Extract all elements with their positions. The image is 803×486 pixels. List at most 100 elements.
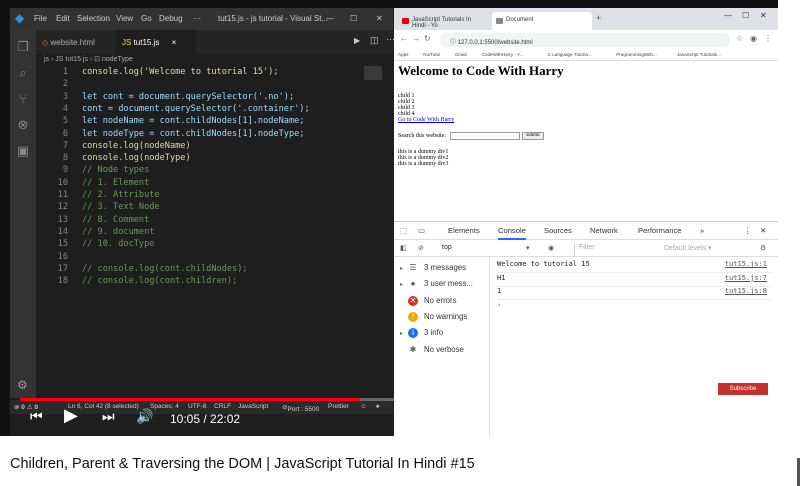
minimize-icon[interactable]: — — [326, 14, 334, 23]
console-filter-item[interactable]: ✱ No verbose — [400, 345, 464, 359]
eye-icon[interactable]: ◉ — [548, 244, 554, 252]
search-icon[interactable]: ⌕ — [14, 64, 32, 82]
page-link[interactable]: Go to Code With Harry — [398, 117, 454, 123]
bookmark-star-icon[interactable]: ☆ — [736, 34, 743, 43]
settings-icon[interactable]: ⚙ — [632, 408, 645, 425]
bookmark-item[interactable]: JavaScript Tutorials... — [677, 52, 721, 57]
debug-icon[interactable]: ⊗ — [14, 116, 32, 134]
console-message[interactable]: Welcome to tutorial 15 tut15.js:1 — [497, 260, 773, 273]
more-tabs-icon[interactable]: » — [700, 226, 704, 235]
next-icon[interactable]: ⏭ — [102, 408, 115, 425]
bookmark-item[interactable]: Apps — [398, 52, 408, 57]
menu-icon[interactable]: ⋮ — [764, 34, 772, 43]
tab-elements[interactable]: Elements — [448, 226, 480, 235]
line-number: 11 — [57, 190, 68, 200]
play-icon[interactable]: ▶ — [64, 405, 78, 426]
expand-arrow-icon[interactable]: ▸ — [400, 265, 408, 272]
browser-maximize-icon[interactable]: ☐ — [742, 11, 749, 20]
console-source-link[interactable]: tut15.js:1 — [725, 260, 767, 268]
info-icon[interactable]: ⓘ — [450, 40, 458, 46]
console-filter-item[interactable]: ✕ No errors — [400, 295, 457, 310]
bookmark-item[interactable]: ProgrammingWith... — [616, 52, 657, 57]
browser-minimize-icon[interactable]: — — [724, 11, 732, 20]
context-selector[interactable]: top — [442, 244, 452, 251]
console-source-link[interactable]: tut15.js:7 — [725, 274, 767, 282]
devtools-close-icon[interactable]: ✕ — [760, 226, 766, 235]
console-message[interactable]: 1 tut15.js:8 — [497, 287, 773, 300]
subscribe-button[interactable]: Subscribe — [718, 383, 768, 395]
search-input[interactable] — [450, 132, 520, 140]
breadcrumb[interactable]: js › JS tut15.js › ⊡ nodeType — [36, 54, 393, 66]
profile-icon[interactable]: ◉ — [750, 34, 757, 43]
split-editor-icon[interactable]: ◫ — [370, 35, 379, 46]
tab-tut15-js[interactable]: JS tut15.js × — [116, 30, 196, 54]
device-toggle-icon[interactable]: ▭ — [418, 226, 425, 235]
maximize-icon[interactable]: ☐ — [350, 14, 357, 23]
video-frame[interactable]: ◆ File Edit Selection View Go Debug ··· … — [10, 8, 778, 436]
context-dropdown-icon[interactable]: ▾ — [526, 244, 530, 252]
previous-icon[interactable]: ⏮ — [30, 408, 43, 425]
run-icon[interactable]: ▶ — [354, 36, 360, 45]
info-icon: i — [408, 328, 418, 339]
tab-close-icon[interactable]: × — [172, 38, 177, 47]
submit-button[interactable]: submit — [522, 132, 544, 140]
menu-file[interactable]: File — [34, 14, 47, 23]
tab-sources[interactable]: Sources — [544, 226, 572, 235]
close-icon[interactable]: ✕ — [376, 14, 383, 23]
levels-dropdown[interactable]: Default levels ▾ — [664, 244, 711, 252]
console-filter-item[interactable]: ▸ ● 3 user mess... — [400, 279, 473, 293]
clear-console-icon[interactable]: ⊘ — [418, 244, 424, 252]
devtools-menu-icon[interactable]: ⋮ — [744, 226, 752, 235]
console-message-text: 1 — [497, 287, 502, 295]
console-message[interactable]: H1 tut15.js:7 — [497, 274, 773, 287]
explorer-icon[interactable]: ❐ — [14, 38, 32, 56]
tab-website-html[interactable]: ◇ website.html — [36, 30, 116, 54]
bookmark-item[interactable]: C Language Tutoria... — [548, 52, 592, 57]
menu-debug[interactable]: Debug — [159, 14, 183, 23]
gear-icon[interactable]: ⚙ — [17, 378, 28, 392]
bookmark-item[interactable]: YouTube — [422, 52, 440, 57]
line-number: 2 — [62, 79, 68, 90]
address-bar[interactable]: ⓘ 127.0.0.1:5500/website.html — [440, 33, 730, 47]
miniplayer-icon[interactable]: ▭ — [668, 408, 681, 425]
tab-console[interactable]: Console — [498, 226, 526, 240]
back-icon[interactable]: ← — [400, 34, 408, 43]
reload-icon[interactable]: ↻ — [424, 34, 431, 43]
console-filter-label: 3 user mess... — [424, 279, 473, 289]
tab-performance[interactable]: Performance — [638, 226, 681, 235]
console-source-link[interactable]: tut15.js:8 — [725, 287, 767, 295]
browser-tab-document[interactable]: Document — [492, 12, 592, 30]
tab-network[interactable]: Network — [590, 226, 618, 235]
console-filter-item[interactable]: ▸ ☰ 3 messages — [400, 263, 466, 277]
progress-bar[interactable] — [20, 398, 765, 401]
menu-more[interactable]: ··· — [193, 14, 201, 23]
console-settings-icon[interactable]: ⚙ — [760, 244, 766, 252]
volume-icon[interactable]: 🔊 — [136, 408, 153, 425]
browser-tab-youtube[interactable]: JavaScript Tutorials In Hindi - Yo — [398, 12, 490, 30]
sidebar-toggle-icon[interactable]: ◧ — [400, 244, 407, 252]
console-filter-item[interactable]: ▸ i 3 info — [400, 328, 443, 342]
forward-icon[interactable]: → — [412, 34, 420, 43]
scrollbar[interactable] — [797, 458, 800, 486]
video-player[interactable]: ◆ File Edit Selection View Go Debug ··· … — [0, 0, 778, 436]
expand-arrow-icon[interactable]: ▸ — [400, 281, 408, 288]
fullscreen-icon[interactable]: ⛶ — [740, 408, 750, 425]
menu-go[interactable]: Go — [141, 14, 152, 23]
code-editor[interactable]: 1 console.log('Welcome to tutorial 15'); 2… — [36, 66, 393, 396]
bookmark-item[interactable]: CodeWithHarry - Y... — [482, 52, 524, 57]
console-prompt[interactable]: › — [497, 301, 501, 309]
expand-arrow-icon[interactable]: ▸ — [400, 330, 408, 337]
minimap[interactable] — [364, 66, 382, 80]
browser-close-icon[interactable]: ✕ — [760, 11, 767, 20]
menu-edit[interactable]: Edit — [56, 14, 70, 23]
new-tab-icon[interactable]: + — [596, 13, 601, 23]
menu-selection[interactable]: Selection — [77, 14, 110, 23]
bookmark-item[interactable]: Gmail — [455, 52, 467, 57]
extensions-icon[interactable]: ▣ — [14, 142, 32, 160]
menu-view[interactable]: View — [116, 14, 133, 23]
inspect-icon[interactable]: ⬚ — [400, 226, 407, 235]
line-number: 9 — [62, 165, 68, 176]
console-filter-item[interactable]: ! No warnings — [400, 311, 467, 326]
theater-icon[interactable]: ▭ — [704, 408, 717, 425]
source-control-icon[interactable]: ⑂ — [14, 90, 32, 108]
